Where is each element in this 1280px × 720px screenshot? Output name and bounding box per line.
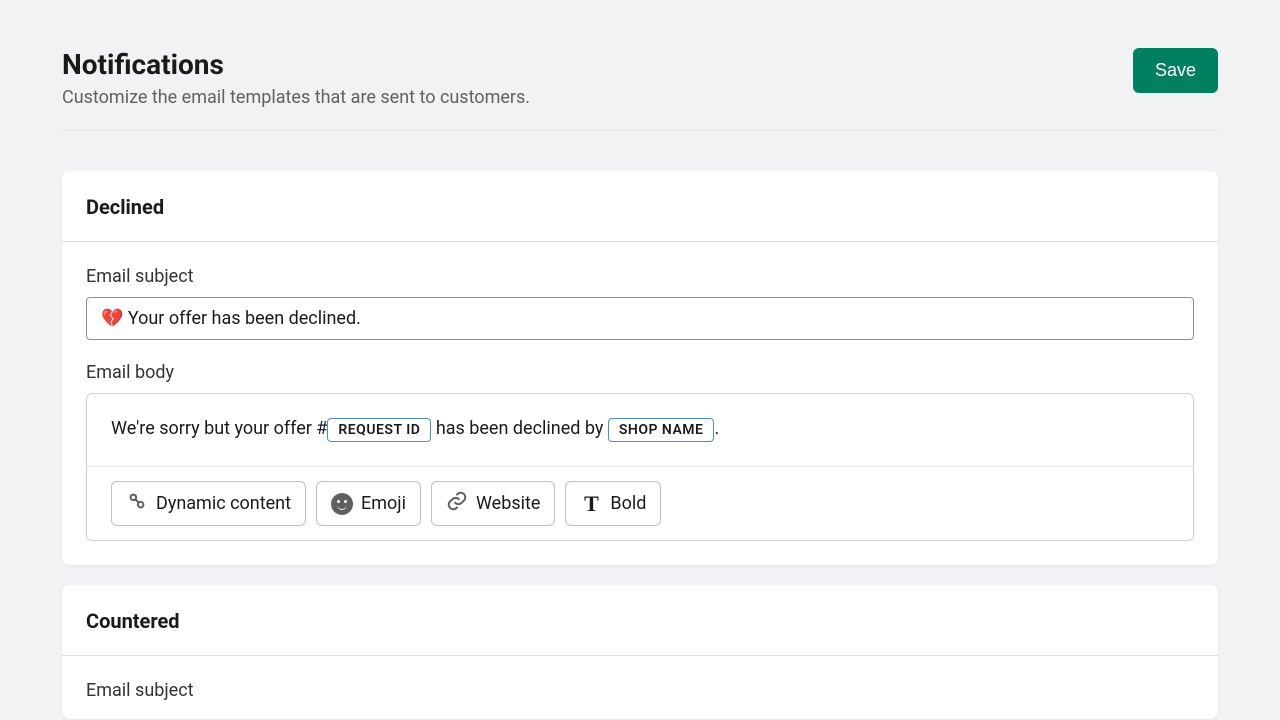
body-editor-declined[interactable]: We're sorry but your offer #REQUEST ID h…: [86, 393, 1194, 467]
card-title-countered: Countered: [86, 609, 1194, 633]
editor-toolbar: Dynamic content Emoji: [86, 467, 1194, 541]
website-label: Website: [476, 493, 540, 514]
card-title-declined: Declined: [86, 195, 1194, 219]
token-shop-name[interactable]: SHOP NAME: [608, 418, 715, 442]
subject-label: Email subject: [86, 266, 1194, 287]
emoji-label: Emoji: [361, 493, 406, 514]
token-request-id[interactable]: REQUEST ID: [327, 418, 431, 442]
body-text-pre: We're sorry but your offer #: [111, 418, 327, 439]
subject-label-countered: Email subject: [86, 680, 1194, 701]
link-icon: [446, 490, 468, 517]
bold-icon: T: [580, 493, 602, 515]
body-label: Email body: [86, 362, 1194, 383]
body-text-mid: has been declined by: [431, 418, 608, 439]
emoji-icon: [331, 493, 353, 515]
dynamic-content-icon: [126, 490, 148, 517]
card-countered: Countered Email subject: [62, 585, 1218, 719]
website-button[interactable]: Website: [431, 481, 555, 526]
page-title: Notifications: [62, 48, 530, 81]
dynamic-content-label: Dynamic content: [156, 493, 291, 514]
bold-label: Bold: [610, 493, 646, 514]
page-subtitle: Customize the email templates that are s…: [62, 87, 530, 108]
bold-button[interactable]: T Bold: [565, 481, 661, 526]
page-header: Notifications Customize the email templa…: [62, 48, 1218, 131]
dynamic-content-button[interactable]: Dynamic content: [111, 481, 306, 526]
body-text-post: .: [714, 418, 719, 439]
save-button[interactable]: Save: [1133, 48, 1218, 93]
subject-input-declined[interactable]: [86, 297, 1194, 340]
card-declined: Declined Email subject Email body We're …: [62, 171, 1218, 565]
emoji-button[interactable]: Emoji: [316, 481, 421, 526]
